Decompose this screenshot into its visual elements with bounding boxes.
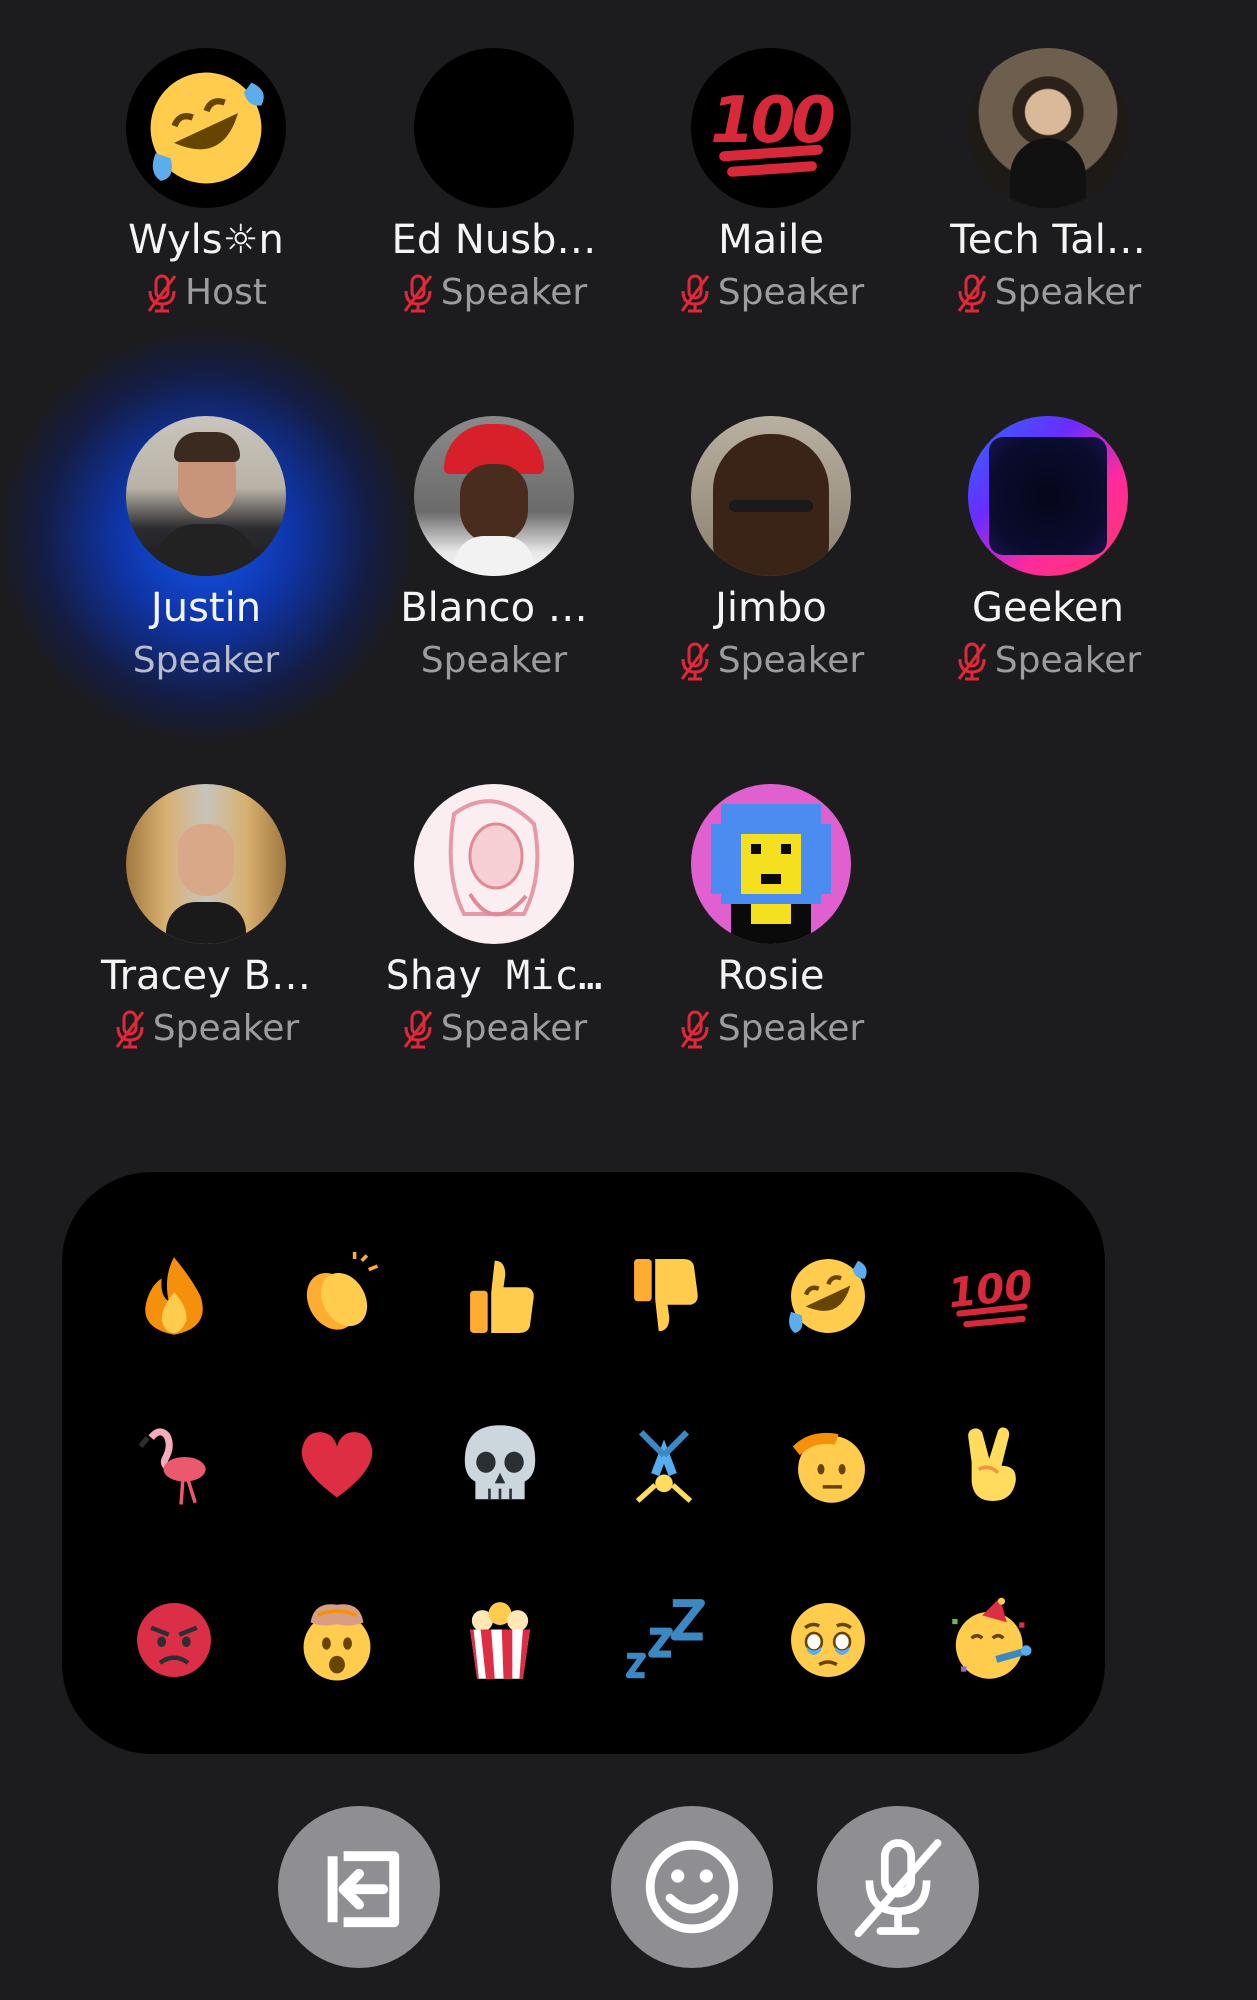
reactions-button[interactable] bbox=[611, 1806, 773, 1968]
speaker-name: Tech Tal… bbox=[950, 217, 1146, 263]
speaker-name: Tracey B… bbox=[101, 953, 311, 999]
speaker-tile[interactable]: Shay Mic… Speaker bbox=[354, 784, 634, 1054]
avatar bbox=[414, 48, 574, 208]
mic-off-icon bbox=[854, 1839, 942, 1938]
cartwheel-icon[interactable] bbox=[614, 1414, 714, 1514]
role-label: Speaker bbox=[440, 1008, 588, 1049]
speaker-tile[interactable]: Rosie Speaker bbox=[631, 784, 911, 1054]
rofl-icon[interactable] bbox=[778, 1246, 878, 1346]
speaker-tile[interactable]: 100 Maile Speaker bbox=[631, 48, 911, 318]
speaker-tile[interactable]: Tracey B… Speaker bbox=[66, 784, 346, 1054]
hundred-icon[interactable]: 100 bbox=[941, 1246, 1041, 1346]
speaker-name: Shay Mic… bbox=[385, 953, 603, 999]
red-heart-icon[interactable] bbox=[287, 1414, 387, 1514]
speaker-name: Geeken bbox=[972, 585, 1124, 631]
avatar: 100 bbox=[691, 48, 851, 208]
speaker-role: Speaker bbox=[908, 268, 1188, 318]
avatar bbox=[691, 784, 851, 944]
avatar bbox=[414, 784, 574, 944]
avatar bbox=[691, 416, 851, 576]
leave-room-icon bbox=[327, 1851, 400, 1928]
flamingo-icon[interactable] bbox=[124, 1414, 224, 1514]
speaker-tile-speaking[interactable]: Justin Speaker bbox=[0, 326, 416, 746]
mic-muted-icon bbox=[678, 641, 712, 681]
speaker-name: Jimbo bbox=[715, 585, 827, 631]
speaker-role: Speaker bbox=[354, 636, 634, 686]
mic-muted-icon bbox=[145, 273, 179, 313]
speaker-role: Speaker bbox=[631, 1004, 911, 1054]
holding-back-tears-icon[interactable] bbox=[778, 1590, 878, 1690]
skull-icon[interactable] bbox=[450, 1414, 550, 1514]
speaker-tile[interactable]: Tech Tal… Speaker bbox=[908, 48, 1188, 318]
speaker-role: Speaker bbox=[354, 268, 634, 318]
speaker-tile[interactable]: Wyls☼n Host bbox=[66, 48, 346, 318]
role-label: Speaker bbox=[440, 272, 588, 313]
speaker-role: Speaker bbox=[66, 636, 346, 686]
role-label: Speaker bbox=[152, 1008, 300, 1049]
victory-hand-icon[interactable] bbox=[941, 1414, 1041, 1514]
mic-muted-icon bbox=[678, 1009, 712, 1049]
speaker-tile[interactable]: Jimbo Speaker bbox=[631, 416, 911, 686]
role-label: Host bbox=[185, 272, 267, 313]
mic-toggle-button[interactable] bbox=[817, 1806, 979, 1968]
role-label: Speaker bbox=[994, 640, 1142, 681]
speaker-role: Speaker bbox=[631, 268, 911, 318]
speaker-role: Speaker bbox=[354, 1004, 634, 1054]
avatar bbox=[126, 48, 286, 208]
speaker-name: Rosie bbox=[717, 953, 825, 999]
speaker-name: Blanco … bbox=[400, 585, 588, 631]
role-label: Speaker bbox=[717, 640, 865, 681]
angry-face-icon[interactable] bbox=[124, 1590, 224, 1690]
speaker-role: Speaker bbox=[908, 636, 1188, 686]
rofl-avatar-icon bbox=[150, 72, 264, 184]
pixel-art bbox=[711, 804, 831, 944]
fire-icon[interactable] bbox=[124, 1246, 224, 1346]
reaction-panel: 100 bbox=[62, 1172, 1105, 1754]
mic-muted-icon bbox=[955, 273, 989, 313]
avatar bbox=[126, 784, 286, 944]
speaker-name: Wyls☼n bbox=[128, 217, 284, 263]
clapping-hands-icon[interactable] bbox=[287, 1246, 387, 1346]
mic-muted-icon bbox=[678, 273, 712, 313]
speaker-role: Host bbox=[66, 268, 346, 318]
speaker-name: Justin bbox=[150, 585, 262, 631]
speaker-name: Maile bbox=[718, 217, 824, 263]
mic-muted-icon bbox=[401, 273, 435, 313]
speaker-tile[interactable]: Geeken Speaker bbox=[908, 416, 1188, 686]
popcorn-icon[interactable] bbox=[450, 1590, 550, 1690]
thumbs-up-icon[interactable] bbox=[450, 1246, 550, 1346]
role-label: Speaker bbox=[420, 640, 568, 681]
speaker-name: Ed Nusb… bbox=[391, 217, 597, 263]
speaker-role: Speaker bbox=[631, 636, 911, 686]
zzz-icon[interactable] bbox=[614, 1590, 714, 1690]
mic-muted-icon bbox=[955, 641, 989, 681]
saluting-face-icon[interactable] bbox=[778, 1414, 878, 1514]
avatar bbox=[414, 416, 574, 576]
role-label: Speaker bbox=[132, 640, 280, 681]
role-label: Speaker bbox=[717, 1008, 865, 1049]
smiley-icon bbox=[645, 1840, 739, 1934]
hundred-avatar-icon: 100 bbox=[710, 84, 836, 158]
avatar bbox=[968, 48, 1128, 208]
thumbs-down-icon[interactable] bbox=[614, 1246, 714, 1346]
speaker-tile[interactable]: Ed Nusb… Speaker bbox=[354, 48, 634, 318]
role-label: Speaker bbox=[994, 272, 1142, 313]
speaker-role: Speaker bbox=[66, 1004, 346, 1054]
exploding-head-icon[interactable] bbox=[287, 1590, 387, 1690]
avatar bbox=[968, 416, 1128, 576]
avatar bbox=[126, 416, 286, 576]
partying-face-icon[interactable] bbox=[941, 1590, 1041, 1690]
sketch-portrait bbox=[448, 799, 540, 917]
mic-muted-icon bbox=[401, 1009, 435, 1049]
mic-muted-icon bbox=[113, 1009, 147, 1049]
role-label: Speaker bbox=[717, 272, 865, 313]
leave-button[interactable] bbox=[278, 1806, 440, 1968]
